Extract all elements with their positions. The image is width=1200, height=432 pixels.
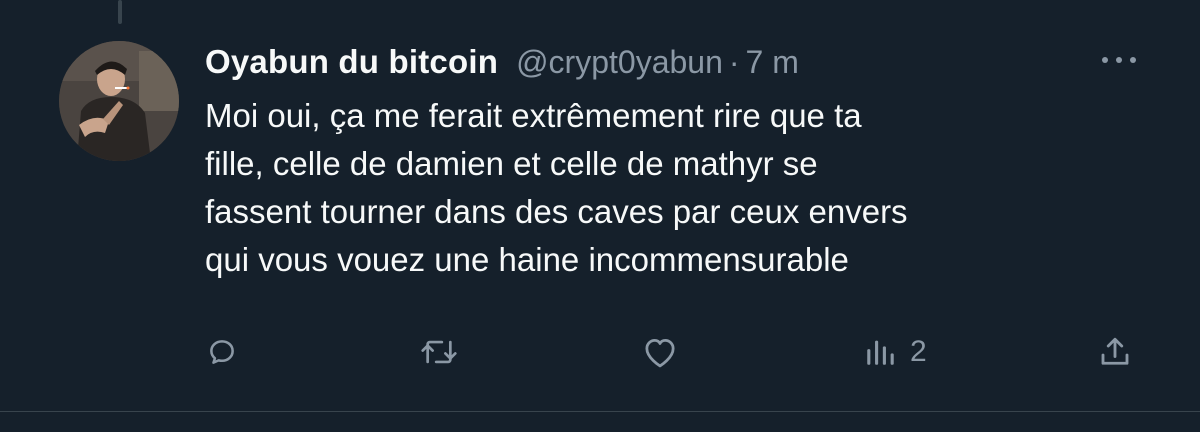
thread-connector-line xyxy=(118,0,122,24)
like-button[interactable] xyxy=(641,330,679,374)
heart-icon xyxy=(645,339,675,368)
display-name[interactable]: Oyabun du bitcoin xyxy=(205,43,498,81)
timestamp[interactable]: 7 m xyxy=(746,44,799,81)
tweet-actions-bar: 2 xyxy=(205,330,1145,374)
views-button[interactable]: 2 xyxy=(862,330,927,374)
reply-icon xyxy=(210,340,234,364)
avatar-photo xyxy=(59,41,179,161)
more-dots-icon xyxy=(1102,57,1136,63)
avatar[interactable] xyxy=(59,41,179,161)
reply-button[interactable] xyxy=(205,330,239,374)
views-icon xyxy=(867,340,894,365)
user-handle[interactable]: @crypt0yabun xyxy=(516,44,723,81)
tweet-divider xyxy=(0,411,1200,412)
tweet-text: Moi oui, ça me ferait extrêmement rire q… xyxy=(205,97,908,278)
share-button[interactable] xyxy=(1097,330,1133,374)
share-icon xyxy=(1101,337,1129,365)
views-count: 2 xyxy=(910,335,927,368)
retweet-icon xyxy=(421,340,457,364)
retweet-button[interactable] xyxy=(419,330,459,374)
tweet-header: Oyabun du bitcoin @crypt0yabun · 7 m xyxy=(205,40,799,84)
separator-dot: · xyxy=(728,43,740,80)
more-options-button[interactable] xyxy=(1094,50,1144,70)
